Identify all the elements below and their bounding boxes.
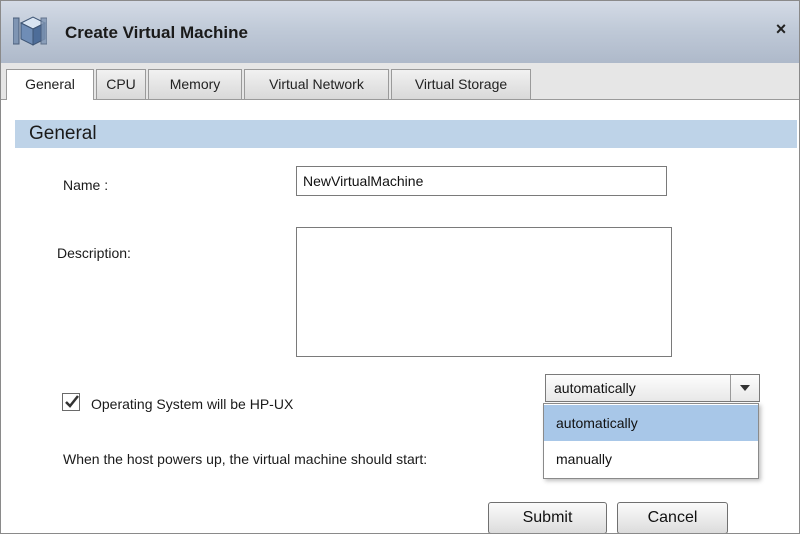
description-label: Description: <box>57 245 131 261</box>
tab-cpu[interactable]: CPU <box>96 69 146 99</box>
tab-virtual-network[interactable]: Virtual Network <box>244 69 389 99</box>
virtual-machine-cube-icon <box>12 15 48 47</box>
start-label: When the host powers up, the virtual mac… <box>63 451 428 467</box>
start-mode-select[interactable]: automatically <box>545 374 760 402</box>
close-icon[interactable]: × <box>771 19 791 39</box>
description-textarea[interactable] <box>296 227 672 357</box>
start-mode-selected-value: automatically <box>554 380 636 396</box>
checkmark-icon <box>65 395 79 408</box>
create-vm-dialog: Create Virtual Machine × General CPU Mem… <box>0 0 800 534</box>
hpux-checkbox[interactable] <box>62 393 80 411</box>
option-manually[interactable]: manually <box>544 441 758 477</box>
section-title: General <box>15 120 797 148</box>
submit-button[interactable]: Submit <box>488 502 607 533</box>
tab-memory[interactable]: Memory <box>148 69 242 99</box>
cancel-button[interactable]: Cancel <box>617 502 728 533</box>
name-input[interactable] <box>296 166 667 196</box>
name-label: Name : <box>63 177 109 193</box>
tab-general[interactable]: General <box>6 69 94 100</box>
tab-virtual-storage[interactable]: Virtual Storage <box>391 69 531 99</box>
tab-content: General Name : Description: Operating Sy… <box>1 100 799 533</box>
chevron-down-icon[interactable] <box>730 375 759 401</box>
hpux-label: Operating System will be HP-UX <box>91 396 294 412</box>
start-mode-dropdown: automatically manually <box>543 403 759 479</box>
tab-bar: General CPU Memory Virtual Network Virtu… <box>1 63 799 100</box>
option-automatically[interactable]: automatically <box>544 405 758 441</box>
title-bar[interactable]: Create Virtual Machine × <box>1 1 799 64</box>
dialog-title: Create Virtual Machine <box>65 23 248 42</box>
